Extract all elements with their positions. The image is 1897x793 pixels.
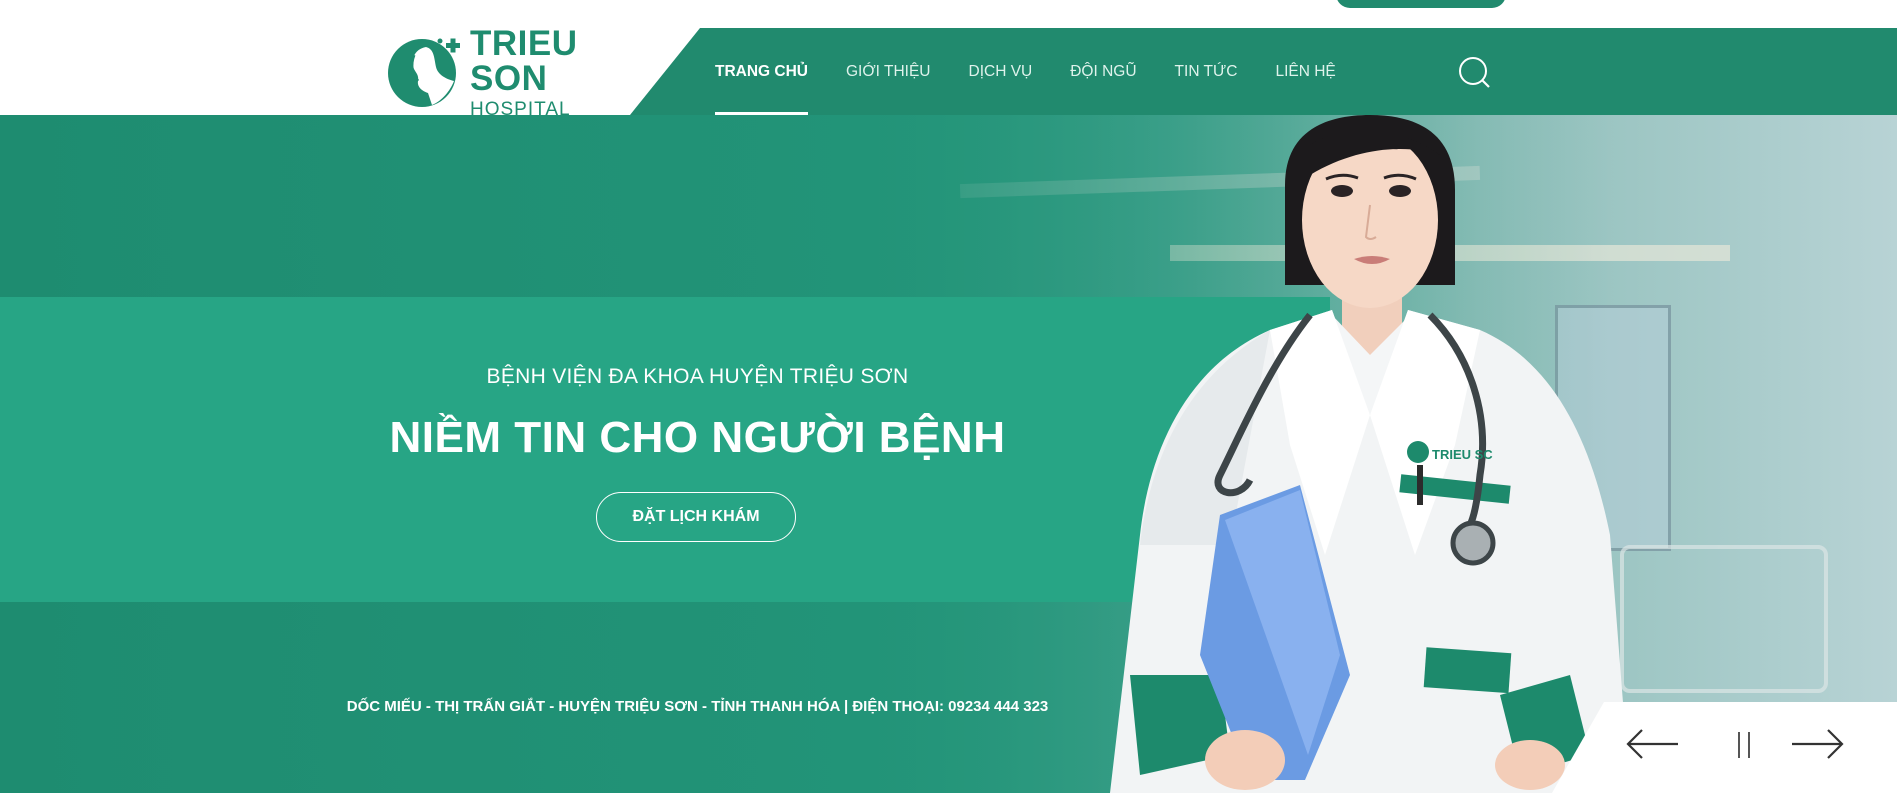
logo[interactable]: TRIEU SON HOSPITAL [386,26,636,119]
nav-item-team[interactable]: ĐỘI NGŨ [1070,28,1136,115]
slider-next-button[interactable] [1790,724,1846,769]
nav-item-contact[interactable]: LIÊN HỆ [1275,28,1335,115]
logo-title: TRIEU SON [470,23,578,98]
slider-prev-button[interactable] [1624,724,1680,769]
main-nav: TRANG CHỦ GIỚI THIỆU DỊCH VỤ ĐỘI NGŨ TIN… [715,28,1374,115]
coat-badge-text: TRIEU SC [1432,447,1493,462]
search-button[interactable] [1456,54,1492,90]
hero-slider: BỆNH VIỆN ĐA KHOA HUYỆN TRIỆU SƠN NIỀM T… [0,115,1897,793]
slider-pause-button[interactable] [1732,724,1756,769]
arrow-left-icon [1626,729,1678,759]
book-appointment-button[interactable]: ĐẶT LỊCH KHÁM [596,492,796,542]
hospital-logo-icon [388,38,460,107]
search-icon [1459,57,1490,88]
nav-item-news[interactable]: TIN TỨC [1175,28,1238,115]
doctor-image: TRIEU SC [1110,115,1630,793]
pause-icon [1738,732,1750,758]
nav-item-home[interactable]: TRANG CHỦ [715,28,808,115]
top-bar-button[interactable] [1336,0,1506,8]
nav-item-about[interactable]: GIỚI THIỆU [846,28,931,115]
slider-controls [1552,702,1897,793]
nav-item-services[interactable]: DỊCH VỤ [969,28,1033,115]
arrow-right-icon [1792,729,1844,759]
